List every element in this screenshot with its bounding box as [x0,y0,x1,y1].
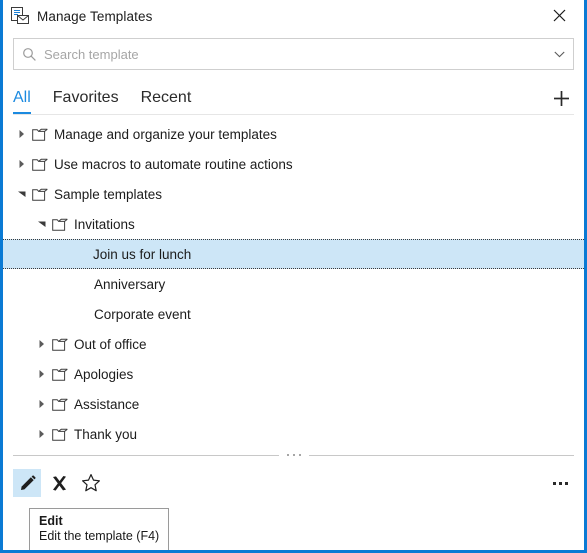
tree-node[interactable]: Invitations [3,209,584,239]
delete-button[interactable] [45,469,73,497]
tree-node[interactable]: Sample templates [3,179,584,209]
folder-icon [50,428,70,441]
chevron-down-icon[interactable] [34,220,50,228]
tree-node[interactable]: Out of office [3,329,584,359]
folder-icon [50,368,70,381]
chevron-down-icon[interactable] [14,190,30,198]
tab-all[interactable]: All [13,90,31,114]
splitter-line-right [308,454,574,456]
tree-node-label: Thank you [74,426,138,442]
tree-node-label: Assistance [74,396,140,412]
tab-separator [13,114,574,115]
bottom-toolbar [3,461,584,505]
search-icon [14,47,44,62]
search-input[interactable] [44,46,545,62]
chevron-right-icon[interactable] [34,369,50,379]
template-tree[interactable]: Manage and organize your templates Use ma… [3,119,584,449]
tree-node[interactable]: Use macros to automate routine actions [3,149,584,179]
folder-icon [30,158,50,171]
panel-splitter[interactable] [13,449,574,461]
manage-templates-window: Manage Templates All Favorites Recent [0,0,587,553]
plus-icon[interactable] [548,85,574,111]
tree-node-label: Manage and organize your templates [54,126,277,142]
folder-icon [50,218,70,231]
search-bar[interactable] [13,38,574,70]
tree-node[interactable]: Apologies [3,359,584,389]
tree-node[interactable]: Manage and organize your templates [3,119,584,149]
folder-icon [30,128,50,141]
tree-node-label: Corporate event [94,306,191,322]
tree-node-label: Out of office [74,336,147,352]
tree-node-label: Apologies [74,366,134,382]
chevron-right-icon[interactable] [34,429,50,439]
window-title: Manage Templates [37,8,153,24]
tree-node-label: Join us for lunch [93,246,192,262]
splitter-line-left [13,454,279,456]
template-envelope-icon [9,6,31,26]
ellipsis-icon[interactable] [546,469,574,497]
tooltip-description: Edit the template (F4) [39,529,160,543]
tree-node[interactable]: Anniversary [3,269,584,299]
tree-node-label: Anniversary [94,276,166,292]
chevron-down-icon[interactable] [545,51,573,58]
chevron-right-icon[interactable] [34,339,50,349]
folder-icon [30,188,50,201]
tree-node[interactable]: Corporate event [3,299,584,329]
chevron-right-icon[interactable] [34,399,50,409]
favorite-button[interactable] [77,469,105,497]
tree-node-label: Use macros to automate routine actions [54,156,293,172]
tab-recent[interactable]: Recent [141,90,192,114]
tooltip-title: Edit [39,514,63,528]
tree-node-label: Invitations [74,216,135,232]
tab-favorites[interactable]: Favorites [53,90,119,114]
tree-node[interactable]: Assistance [3,389,584,419]
edit-tooltip: Edit Edit the template (F4) [29,508,169,551]
folder-icon [50,398,70,411]
chevron-right-icon[interactable] [14,159,30,169]
tree-node-label: Sample templates [54,186,163,202]
chevron-right-icon[interactable] [14,129,30,139]
title-bar: Manage Templates [3,0,584,32]
tree-node[interactable]: Join us for lunch [3,239,584,269]
edit-button[interactable] [13,469,41,497]
splitter-grip [279,454,309,456]
close-icon[interactable] [537,0,581,30]
folder-icon [50,338,70,351]
tree-node[interactable]: Thank you [3,419,584,449]
tab-bar: All Favorites Recent [13,78,574,114]
